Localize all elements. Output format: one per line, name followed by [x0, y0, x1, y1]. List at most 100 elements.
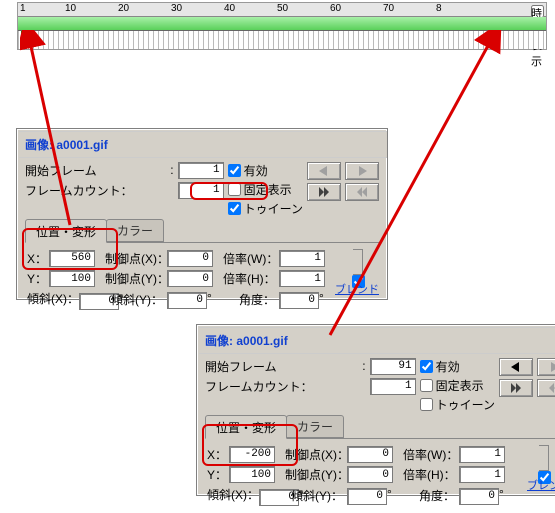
cpx-input[interactable]	[167, 250, 213, 267]
cpy-input[interactable]	[167, 270, 213, 287]
cpy-label: 制御点(Y)：	[105, 270, 163, 287]
angle-input[interactable]	[279, 292, 319, 309]
y-input[interactable]	[49, 270, 95, 287]
scalew-label: 倍率(W)：	[223, 250, 275, 267]
fast-prev-button[interactable]	[345, 183, 379, 201]
frame-count-input[interactable]	[178, 182, 224, 199]
cpy-label: 制御点(Y)：	[285, 466, 343, 483]
scaleh-input[interactable]	[279, 270, 325, 287]
tab-row: 位置・変形 カラー	[25, 221, 381, 243]
fixed-input[interactable]	[420, 379, 433, 392]
fixed-checkbox[interactable]: 固定表示	[420, 377, 495, 394]
skewx-label: 傾斜(X)：°	[207, 486, 281, 506]
fast-prev-button[interactable]	[537, 379, 555, 397]
next-button[interactable]	[345, 162, 379, 180]
fast-next-button[interactable]	[499, 379, 533, 397]
tick-label: 8	[436, 3, 442, 14]
triangle-right-icon	[548, 362, 555, 372]
cpx-label: 制御点(X)：	[105, 250, 163, 267]
triangle-left-icon	[318, 166, 330, 176]
degree-unit: °	[387, 487, 392, 501]
enable-checkbox[interactable]: 有効	[420, 358, 495, 375]
scaleh-input[interactable]	[459, 466, 505, 483]
tween-input[interactable]	[420, 398, 433, 411]
cpy-input[interactable]	[347, 466, 393, 483]
start-frame-label: 開始フレーム	[205, 358, 277, 375]
timeline-track[interactable]	[18, 31, 546, 49]
start-frame-input[interactable]	[370, 358, 416, 375]
x-label: X：	[207, 446, 225, 463]
double-triangle-right-icon	[318, 187, 330, 197]
tab-color-label: カラー	[297, 420, 333, 434]
y-label: Y：	[27, 270, 45, 287]
title-prefix: 画像:	[205, 334, 236, 348]
tab-position-label: 位置・変形	[36, 225, 96, 239]
next-button[interactable]	[537, 358, 555, 376]
scaleh-label: 倍率(H)：	[223, 270, 275, 287]
degree-unit: °	[319, 291, 324, 305]
enable-checkbox[interactable]: 有効	[228, 162, 303, 179]
skewy-label: 傾斜(Y)：	[105, 291, 163, 308]
checkbox-column: 有効 固定表示 トゥイーン	[420, 356, 495, 413]
checkbox-column: 有効 固定表示 トゥイーン	[228, 160, 303, 217]
scalew-input[interactable]	[459, 446, 505, 463]
degree-unit: °	[207, 291, 212, 305]
frame-count-label: フレームカウント：	[25, 182, 133, 199]
frame-count-input[interactable]	[370, 378, 416, 395]
y-input[interactable]	[229, 466, 275, 483]
tab-position[interactable]: 位置・変形	[205, 415, 287, 439]
blend-link[interactable]: ブレンド	[527, 477, 555, 493]
double-triangle-right-icon	[510, 383, 522, 393]
panel-title: 画像: a0001.gif	[19, 131, 387, 158]
skewy-input[interactable]	[167, 292, 207, 309]
tween-input[interactable]	[228, 202, 241, 215]
tab-color[interactable]: カラー	[286, 415, 344, 438]
tick-label: 50	[277, 3, 288, 14]
title-prefix: 画像:	[25, 138, 56, 152]
tween-checkbox[interactable]: トゥイーン	[228, 200, 303, 217]
tab-position[interactable]: 位置・変形	[25, 219, 107, 243]
tween-label: トゥイーン	[436, 396, 495, 413]
enable-label: 有効	[244, 162, 268, 179]
scalew-input[interactable]	[279, 250, 325, 267]
x-input[interactable]	[229, 446, 275, 463]
fixed-input[interactable]	[228, 183, 241, 196]
blend-link[interactable]: ブレンド	[335, 281, 379, 297]
properties-panel-2: 画像: a0001.gif 開始フレーム : フレームカウント： 有効 固定表示…	[196, 324, 555, 496]
fixed-checkbox[interactable]: 固定表示	[228, 181, 303, 198]
tick-label: 20	[118, 3, 129, 14]
timeline-ruler[interactable]	[18, 17, 546, 31]
tick-label: 70	[383, 3, 394, 14]
x-label: X：	[27, 250, 45, 267]
tick-label: 60	[330, 3, 341, 14]
timeline-cursor[interactable]	[21, 31, 23, 49]
timeline: 1 10 20 30 40 50 60 70 8 時間表示	[17, 2, 547, 50]
y-label: Y：	[207, 466, 225, 483]
double-triangle-left-icon	[356, 187, 368, 197]
fixed-label: 固定表示	[436, 377, 484, 394]
tick-label: 10	[65, 3, 76, 14]
prev-button[interactable]	[499, 358, 533, 376]
panel-title: 画像: a0001.gif	[199, 327, 555, 354]
properties-panel-1: 画像: a0001.gif 開始フレーム : フレームカウント： 有効 固定表示…	[16, 128, 388, 300]
enable-input[interactable]	[228, 164, 241, 177]
transform-grid: X： 制御点(X)： 倍率(W)： Y： 制御点(Y)： 倍率(H)： 傾斜(X…	[17, 243, 387, 312]
x-input[interactable]	[49, 250, 95, 267]
prev-button[interactable]	[307, 162, 341, 180]
tab-position-label: 位置・変形	[216, 421, 276, 435]
skewx-label: 傾斜(X)：°	[27, 290, 101, 310]
tween-checkbox[interactable]: トゥイーン	[420, 396, 495, 413]
cpx-input[interactable]	[347, 446, 393, 463]
scalew-label: 倍率(W)：	[403, 446, 455, 463]
cpx-label: 制御点(X)：	[285, 446, 343, 463]
enable-input[interactable]	[420, 360, 433, 373]
start-frame-label: 開始フレーム	[25, 162, 97, 179]
double-triangle-left-icon	[548, 383, 555, 393]
tab-color[interactable]: カラー	[106, 219, 164, 242]
tab-color-label: カラー	[117, 224, 153, 238]
fast-next-button[interactable]	[307, 183, 341, 201]
start-frame-input[interactable]	[178, 162, 224, 179]
skewy-input[interactable]	[347, 488, 387, 505]
angle-label: 角度：	[223, 291, 275, 308]
angle-input[interactable]	[459, 488, 499, 505]
